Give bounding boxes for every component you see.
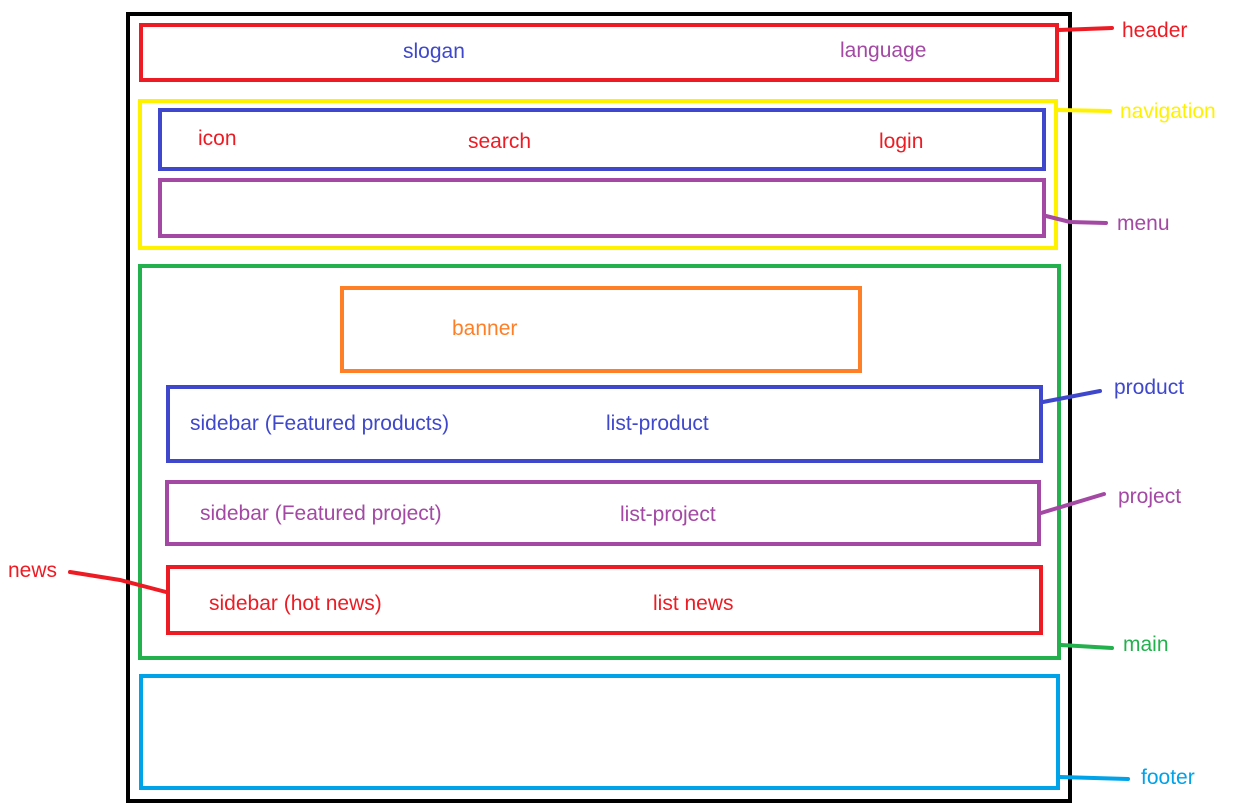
annotation-footer: footer: [1141, 766, 1195, 789]
navigation-connector: [1056, 108, 1112, 113]
annotation-navigation: navigation: [1120, 100, 1216, 123]
header-connector: [1057, 26, 1114, 32]
connector-lines: [68, 26, 1130, 781]
annotation-project: project: [1118, 485, 1182, 508]
product-connector: [1041, 389, 1102, 404]
news-connector: [68, 570, 168, 594]
annotation-menu: menu: [1117, 212, 1170, 235]
menu-connector: [1044, 214, 1108, 225]
annotation-news: news: [8, 559, 58, 582]
footer-connector: [1058, 775, 1130, 781]
project-connector: [1039, 492, 1106, 515]
annotation-product: product: [1114, 376, 1185, 399]
main-connector: [1059, 643, 1114, 650]
annotation-main: main: [1123, 633, 1169, 656]
annotation-header: header: [1122, 19, 1188, 42]
